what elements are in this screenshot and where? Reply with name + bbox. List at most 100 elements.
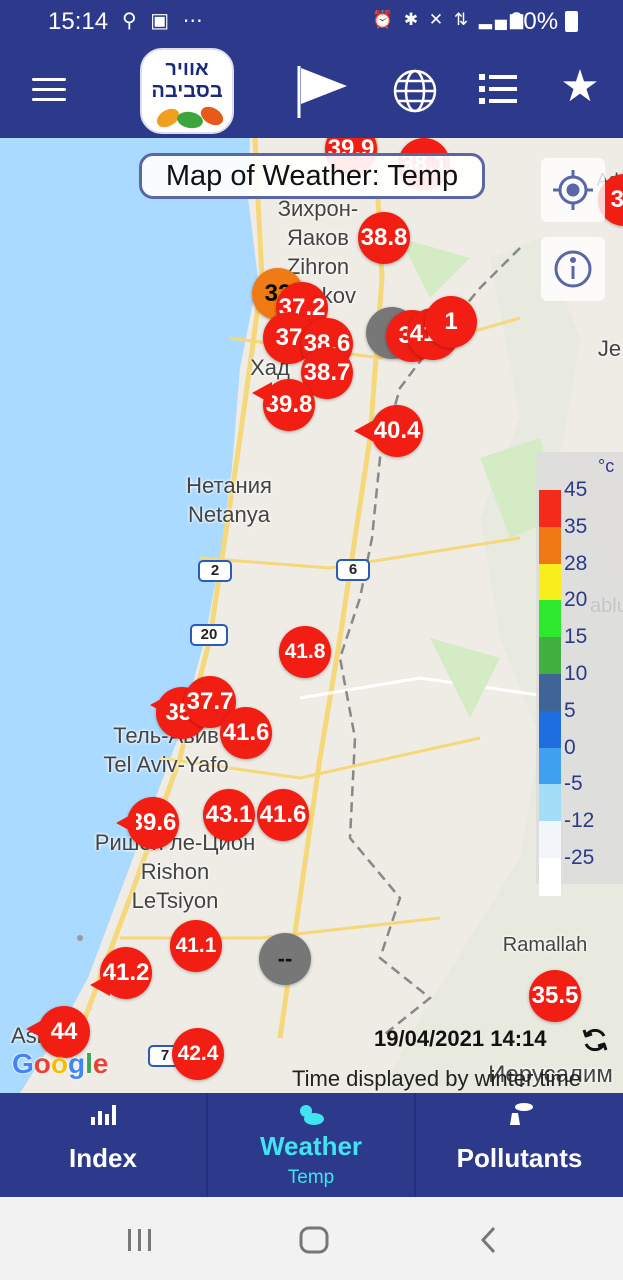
legend-unit: °c [598, 456, 615, 476]
temp-marker[interactable]: 41.6 [257, 789, 309, 841]
legend-label: 45 [564, 478, 588, 501]
map-timestamp: 19/04/2021 14:14 [374, 1026, 547, 1051]
marker-pointer [90, 974, 110, 996]
time-note: Time displayed by winter time [292, 1066, 581, 1091]
legend-swatch [539, 821, 561, 860]
status-time: 15:14 [48, 8, 109, 35]
battery-percent: 90% [510, 8, 559, 35]
mute-icon: ✕ [428, 10, 447, 29]
menu-icon[interactable] [32, 78, 66, 102]
road-sign-2: 2 [198, 560, 232, 582]
road-sign-20: 20 [190, 624, 228, 646]
globe-icon[interactable] [392, 68, 438, 114]
temp-marker[interactable]: 43.1 [203, 789, 255, 841]
marker-pointer [354, 420, 374, 442]
list-icon[interactable] [479, 72, 517, 106]
info-icon [554, 250, 592, 288]
legend-swatch [539, 710, 561, 749]
home-icon[interactable] [298, 1225, 330, 1255]
legend-label: 5 [564, 698, 576, 722]
place-rishon: Ришон ле-Цион Rishon LeTsiyon [80, 828, 270, 915]
google-letter: l [85, 1048, 93, 1079]
place-je: Je [597, 336, 622, 361]
marker-pointer [252, 382, 272, 404]
4g-icon: ⇅ [453, 10, 472, 29]
legend-label: -25 [564, 846, 595, 869]
app-logo[interactable]: אוויר בסביבה [140, 48, 234, 134]
crosshair-icon [553, 170, 593, 210]
star-icon[interactable]: ★ [557, 64, 603, 110]
legend-swatch [539, 637, 561, 676]
marker-pointer [150, 694, 170, 716]
legend-swatch [539, 858, 561, 896]
legend-label: -12 [564, 809, 595, 833]
refresh-icon[interactable] [580, 1025, 610, 1055]
place-rishon-en1: Rishon [140, 859, 210, 884]
legend-swatch [539, 674, 561, 712]
legend-label: 28 [564, 551, 588, 575]
temp-marker[interactable]: -- [259, 933, 311, 985]
weather-map[interactable]: Зихрон-Яаков Zihron Ya'akov Нетания Neta… [0, 138, 623, 1093]
flag-icon[interactable] [295, 62, 351, 120]
legend-label: -5 [564, 772, 583, 796]
app-bar: אוויר בסביבה ★ [0, 42, 623, 138]
temp-marker[interactable]: 35.5 [529, 970, 581, 1022]
place-netanya-ru: Нетания [186, 473, 272, 498]
factory-icon [510, 1103, 533, 1125]
temp-marker[interactable]: 40.4 [371, 405, 423, 457]
legend-label: 20 [564, 588, 588, 612]
marker-pointer [26, 1018, 46, 1040]
status-bar: 15:14 ⚲ ▣ ⋯ ⏰ ✱ ✕ ⇅ ▂▄▆ 90% [0, 0, 623, 42]
temp-marker[interactable]: 1 [425, 296, 477, 348]
recent-apps-icon[interactable] [126, 1227, 154, 1253]
dots-icon: ⋯ [182, 10, 207, 32]
back-icon[interactable] [478, 1225, 500, 1255]
inv-icon: ▣ [150, 10, 174, 32]
tab-index-label: Index [69, 1143, 137, 1173]
temp-marker[interactable]: 38.8 [358, 212, 410, 264]
bluetooth-icon: ✱ [403, 10, 422, 29]
bottom-nav: Index Weather Temp Pollutants [0, 1093, 623, 1197]
legend-label: 35 [564, 514, 588, 538]
bar-chart-icon [91, 1105, 116, 1125]
legend-swatch [539, 490, 561, 528]
google-letter: g [68, 1048, 86, 1079]
tab-weather[interactable]: Weather Temp [208, 1093, 414, 1197]
legend-label: 10 [564, 662, 588, 685]
temp-marker[interactable]: 42.4 [172, 1028, 224, 1080]
status-left-icons: ⚲ ▣ ⋯ [122, 8, 207, 33]
temp-marker[interactable]: 41.8 [279, 626, 331, 678]
status-right-icons: ⏰ ✱ ✕ ⇅ ▂▄▆ [372, 10, 526, 30]
weather-icon [300, 1105, 324, 1125]
tab-index[interactable]: Index [0, 1093, 206, 1197]
google-logo: Google [12, 1048, 108, 1080]
map-title: Map of Weather: Temp [139, 153, 485, 199]
google-letter: G [12, 1048, 34, 1079]
google-letter: o [50, 1048, 68, 1079]
tab-weather-label: Weather [259, 1131, 363, 1161]
logo-leaves-icon [156, 106, 224, 129]
place-telaviv-en: Tel Aviv-Yafo [103, 752, 229, 777]
legend-swatch [539, 784, 561, 823]
tab-pollutants[interactable]: Pollutants [416, 1093, 623, 1197]
locate-button[interactable] [541, 158, 605, 222]
tab-pollutants-label: Pollutants [456, 1143, 583, 1173]
legend-swatch [539, 600, 561, 639]
road-sign-6: 6 [336, 559, 370, 581]
temp-marker[interactable]: 41.1 [170, 920, 222, 972]
place-rishon-en2: LeTsiyon [131, 888, 219, 913]
temp-marker[interactable]: 41.6 [220, 707, 272, 759]
system-nav-bar [0, 1197, 623, 1280]
legend-label: 15 [564, 625, 588, 649]
google-letter: e [92, 1048, 109, 1079]
google-letter: o [33, 1048, 51, 1079]
color-legend: °c 45 35 28 20 15 10 5 0 -5 -12 -25 [536, 452, 623, 896]
place-netanya-en: Netanya [188, 502, 270, 527]
legend-swatch [539, 563, 561, 602]
legend-swatch [539, 747, 561, 786]
battery-icon [565, 11, 578, 32]
place-ramallah: Ramallah [502, 934, 588, 956]
legend-label: 0 [564, 735, 576, 759]
legend-swatch [539, 526, 561, 565]
info-button[interactable] [541, 237, 605, 301]
